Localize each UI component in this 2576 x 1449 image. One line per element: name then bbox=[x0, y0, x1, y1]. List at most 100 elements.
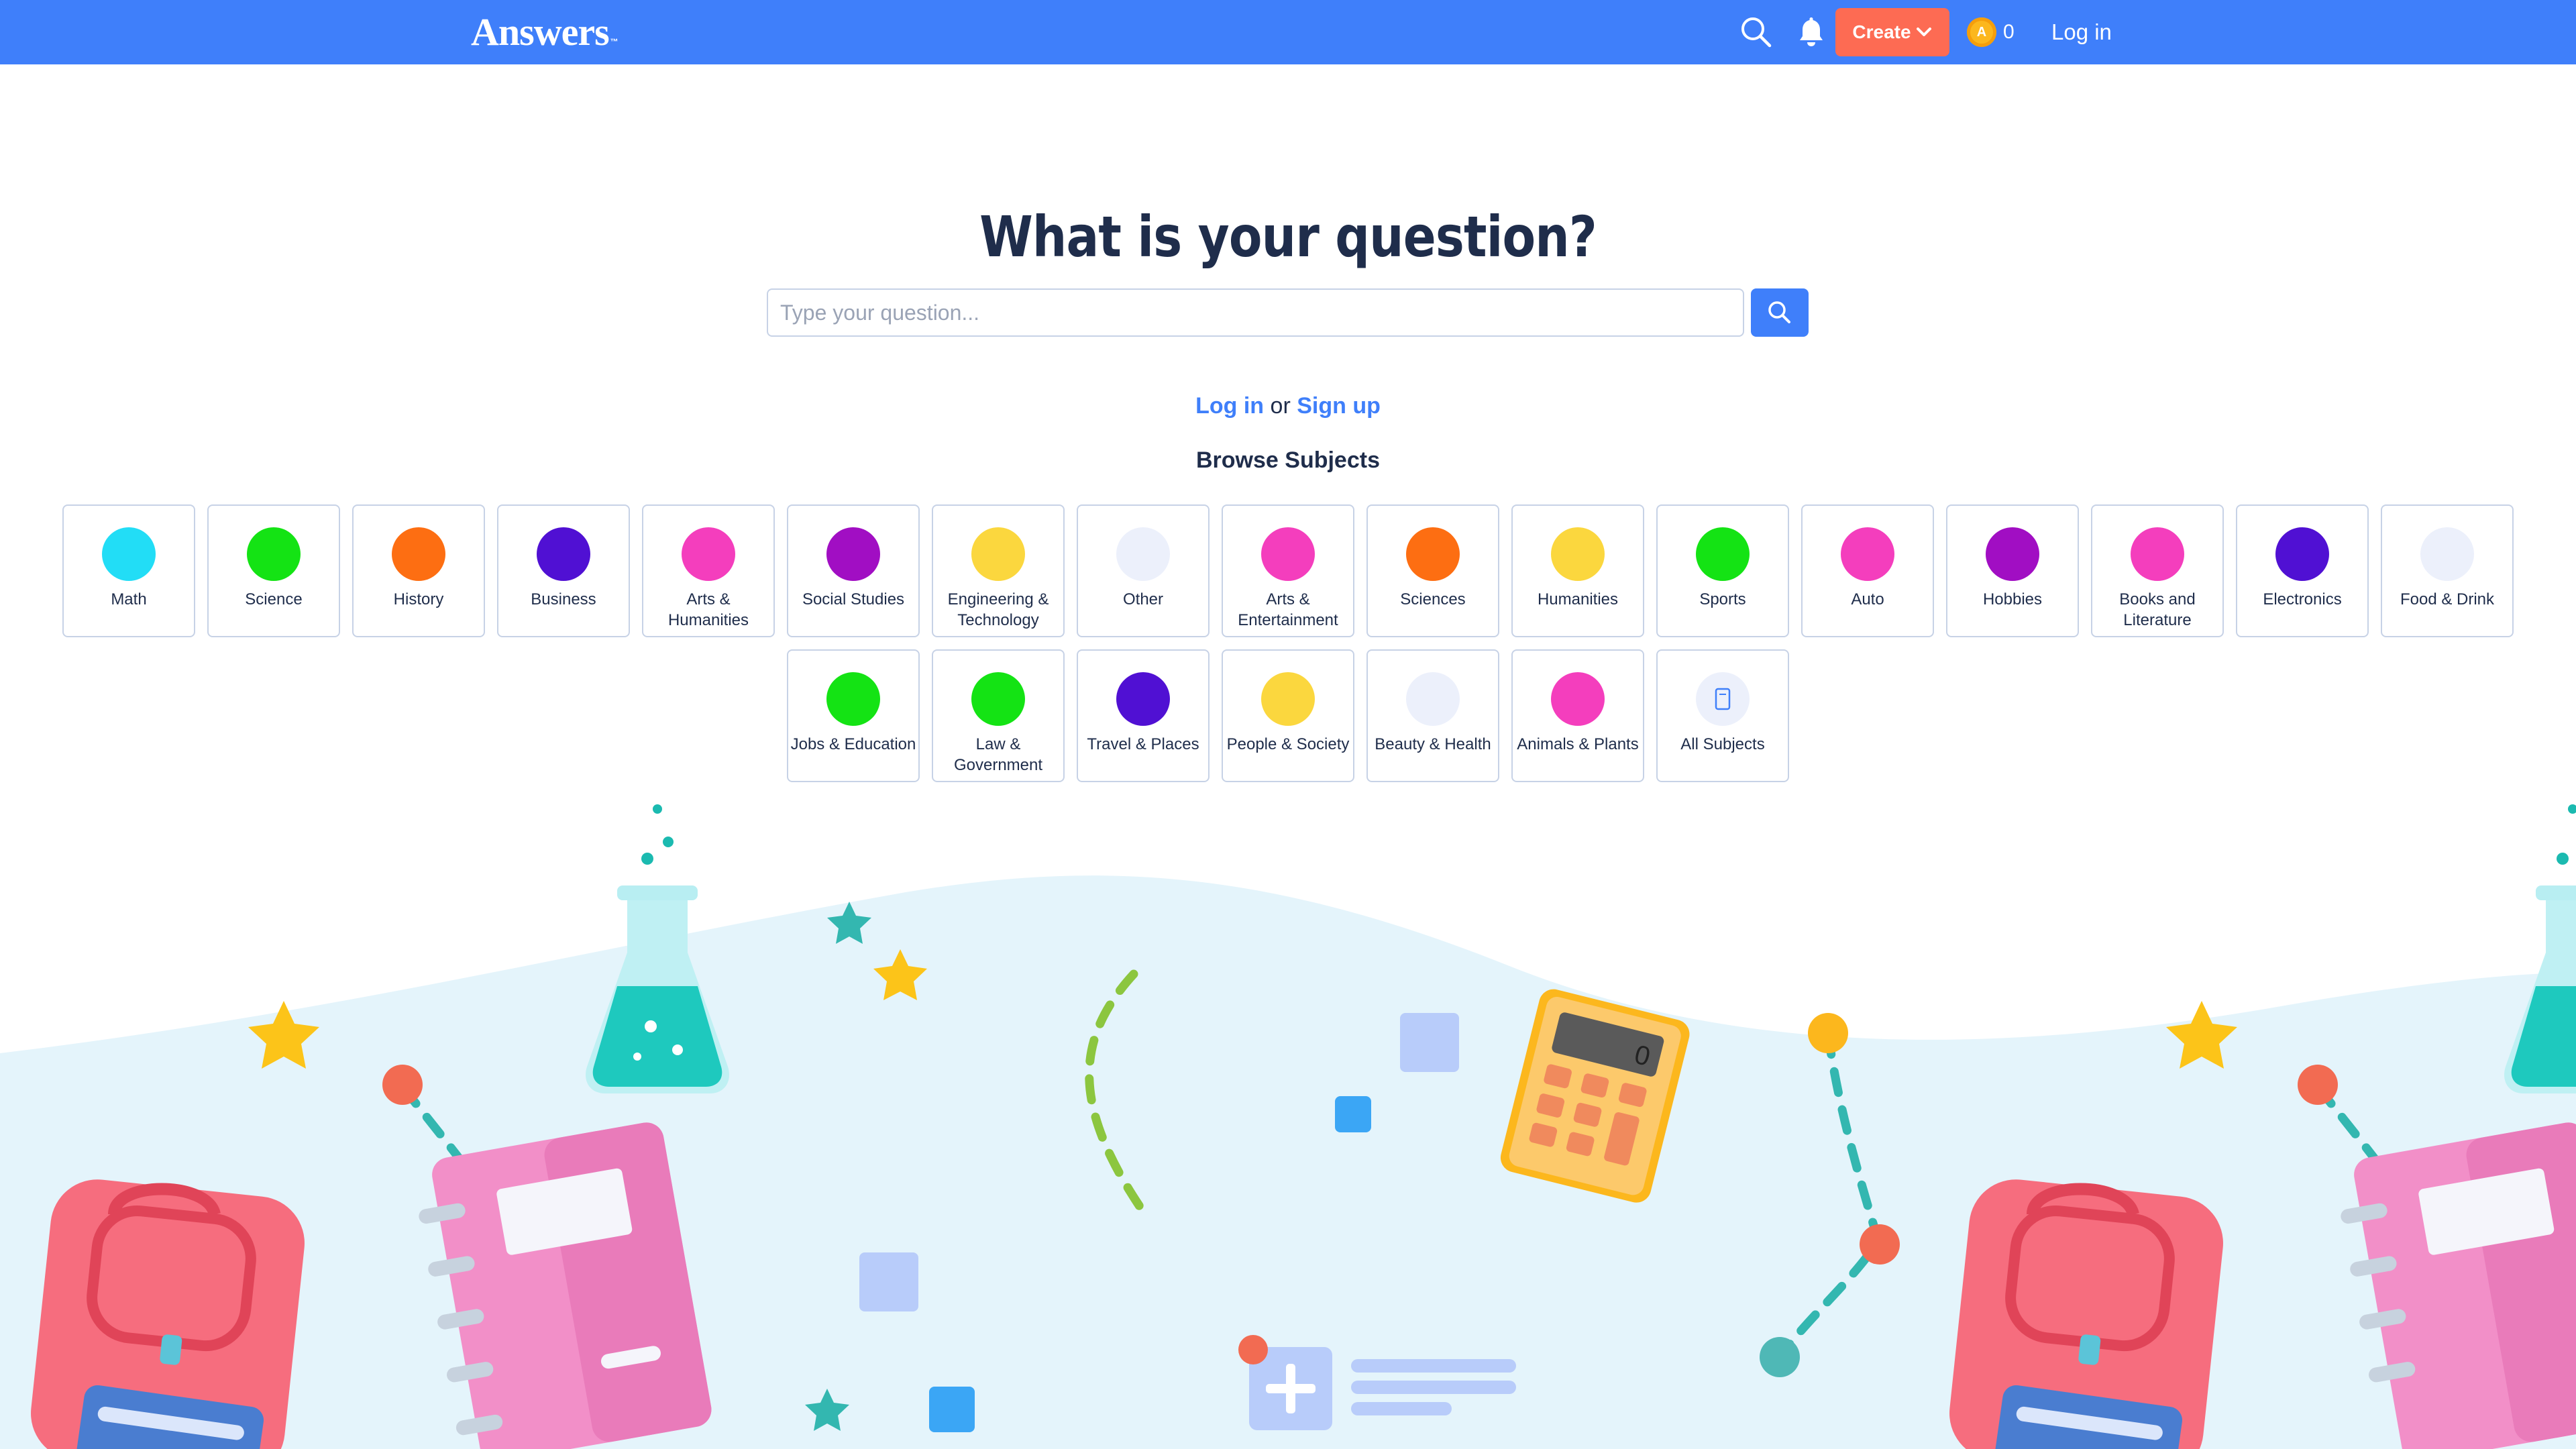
logo-text: Answers bbox=[471, 10, 610, 54]
subject-label: Books and Literature bbox=[2119, 590, 2196, 629]
header-login-link[interactable]: Log in bbox=[2051, 17, 2112, 47]
subject-card-food-and-drink[interactable]: Food & Drink bbox=[2381, 504, 2514, 637]
subject-label: Other bbox=[1122, 590, 1164, 608]
subject-card-arts-and-humanities[interactable]: Arts & Humanities bbox=[642, 504, 775, 637]
subject-card-books-and-literature[interactable]: Books and Literature bbox=[2091, 504, 2224, 637]
subject-label: Travel & Places bbox=[1087, 735, 1199, 753]
subject-label: Jobs & Education bbox=[790, 735, 916, 753]
question-search-button[interactable] bbox=[1751, 288, 1809, 337]
subject-label: Law & Government bbox=[953, 735, 1043, 774]
subject-card-business[interactable]: Business bbox=[497, 504, 630, 637]
subject-color-dot bbox=[826, 672, 880, 726]
subject-card-jobs-and-education[interactable]: Jobs & Education bbox=[787, 649, 920, 782]
subject-color-dot bbox=[1406, 672, 1460, 726]
coin-count: 0 bbox=[2003, 21, 2015, 43]
subject-color-dot bbox=[2420, 527, 2474, 581]
subject-label: Science bbox=[245, 590, 303, 608]
create-label: Create bbox=[1852, 21, 1911, 42]
subject-card-science[interactable]: Science bbox=[207, 504, 340, 637]
login-link[interactable]: Log in bbox=[1195, 393, 1264, 419]
subject-color-dot bbox=[1116, 672, 1170, 726]
flask-bubbles bbox=[641, 804, 674, 865]
search-icon[interactable] bbox=[1739, 15, 1774, 50]
subject-color-dot bbox=[1551, 672, 1605, 726]
subject-label: Arts & Entertainment bbox=[1238, 590, 1338, 629]
subject-color-dot bbox=[971, 527, 1025, 581]
subject-card-math[interactable]: Math bbox=[62, 504, 195, 637]
subject-color-dot bbox=[1841, 527, 1894, 581]
subject-card-hobbies[interactable]: Hobbies bbox=[1946, 504, 2079, 637]
subject-label: Electronics bbox=[2263, 590, 2342, 608]
subject-card-history[interactable]: History bbox=[352, 504, 485, 637]
coin-balance[interactable]: A 0 bbox=[1967, 17, 2015, 47]
subject-color-dot bbox=[102, 527, 156, 581]
subjects-grid-row-1: Math Science History Business Arts & Humanit… bbox=[0, 504, 2576, 637]
chevron-down-icon bbox=[1916, 28, 1931, 36]
subject-label: History bbox=[393, 590, 444, 608]
subject-color-dot bbox=[1551, 527, 1605, 581]
subject-label: Sports bbox=[1699, 590, 1746, 608]
subject-label: Food & Drink bbox=[2400, 590, 2495, 608]
backpack-icon bbox=[1949, 1179, 2223, 1449]
or-text: or bbox=[1270, 393, 1291, 419]
subject-color-dot bbox=[971, 672, 1025, 726]
subject-card-electronics[interactable]: Electronics bbox=[2236, 504, 2369, 637]
subject-label: Engineering & Technology bbox=[947, 590, 1049, 629]
subject-color-dot bbox=[1986, 527, 2039, 581]
grid-icon bbox=[1696, 672, 1750, 726]
subject-label: Math bbox=[111, 590, 147, 608]
backpack-icon bbox=[31, 1179, 305, 1449]
subject-label: All Subjects bbox=[1680, 735, 1765, 753]
create-button[interactable]: Create bbox=[1835, 8, 1949, 56]
top-navigation-bar: Answers ™ Create A 0 Log in bbox=[0, 0, 2576, 64]
subject-label: Animals & Plants bbox=[1517, 735, 1639, 753]
subject-label: Sciences bbox=[1400, 590, 1466, 608]
subject-label: Social Studies bbox=[802, 590, 905, 608]
subject-label: People & Society bbox=[1226, 735, 1350, 753]
subject-card-people-and-society[interactable]: People & Society bbox=[1222, 649, 1354, 782]
subject-color-dot bbox=[392, 527, 445, 581]
subject-color-dot bbox=[2131, 527, 2184, 581]
subject-card-arts-and-entertainment[interactable]: Arts & Entertainment bbox=[1222, 504, 1354, 637]
subject-card-social-studies[interactable]: Social Studies bbox=[787, 504, 920, 637]
subject-color-dot bbox=[1261, 672, 1315, 726]
subject-color-dot bbox=[1406, 527, 1460, 581]
subject-color-dot bbox=[2275, 527, 2329, 581]
subject-label: Arts & Humanities bbox=[667, 590, 749, 629]
page-title: What is your question? bbox=[979, 204, 1597, 270]
subject-color-dot bbox=[1696, 527, 1750, 581]
bell-icon[interactable] bbox=[1794, 15, 1829, 50]
subject-color-dot bbox=[682, 527, 735, 581]
answers-logo[interactable]: Answers ™ bbox=[471, 8, 619, 56]
question-input[interactable] bbox=[767, 288, 1744, 337]
subject-card-beauty-and-health[interactable]: Beauty & Health bbox=[1366, 649, 1499, 782]
browse-subjects-heading: Browse Subjects bbox=[1196, 447, 1380, 473]
subject-card-all-subjects[interactable]: All Subjects bbox=[1656, 649, 1789, 782]
auth-prompt: Log in or Sign up bbox=[0, 393, 2576, 419]
subject-card-travel-and-places[interactable]: Travel & Places bbox=[1077, 649, 1210, 782]
subject-card-sciences[interactable]: Sciences bbox=[1366, 504, 1499, 637]
subjects-grid-row-2: Jobs & Education Law & Government Travel &… bbox=[0, 649, 2576, 782]
school-supplies-illustration: 0 bbox=[0, 804, 2576, 1449]
subject-card-humanities[interactable]: Humanities bbox=[1511, 504, 1644, 637]
subject-color-dot bbox=[1261, 527, 1315, 581]
subject-label: Auto bbox=[1851, 590, 1884, 608]
subject-card-auto[interactable]: Auto bbox=[1801, 504, 1934, 637]
signup-link[interactable]: Sign up bbox=[1297, 393, 1381, 419]
subject-card-sports[interactable]: Sports bbox=[1656, 504, 1789, 637]
subject-label: Hobbies bbox=[1982, 590, 2043, 608]
coin-icon: A bbox=[1967, 17, 1996, 47]
subject-label: Business bbox=[531, 590, 596, 608]
logo-trademark: ™ bbox=[610, 37, 619, 46]
subject-color-dot bbox=[1116, 527, 1170, 581]
subject-card-law-and-government[interactable]: Law & Government bbox=[932, 649, 1065, 782]
subject-color-dot bbox=[826, 527, 880, 581]
subject-label: Beauty & Health bbox=[1375, 735, 1491, 753]
subject-color-dot bbox=[247, 527, 301, 581]
search-icon bbox=[1768, 301, 1790, 323]
subject-card-other[interactable]: Other bbox=[1077, 504, 1210, 637]
subject-card-engineering-and-technology[interactable]: Engineering & Technology bbox=[932, 504, 1065, 637]
subject-color-dot bbox=[537, 527, 590, 581]
subject-card-animals-and-plants[interactable]: Animals & Plants bbox=[1511, 649, 1644, 782]
subject-label: Humanities bbox=[1537, 590, 1619, 608]
